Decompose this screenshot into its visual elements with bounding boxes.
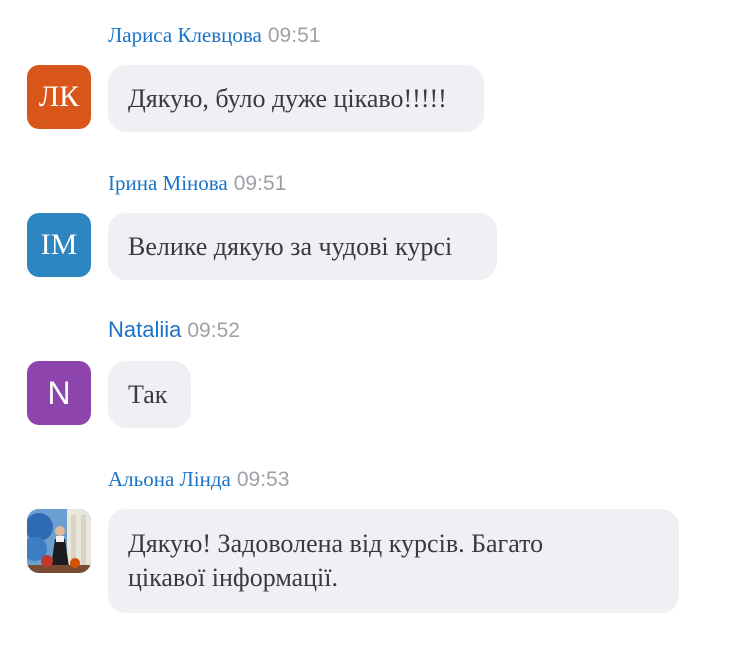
chat-message-list: Лариса Клевцова 09:51 ЛК Дякую, було дуже…: [0, 0, 745, 647]
avatar-initials: ІМ: [40, 228, 78, 261]
avatar[interactable]: N: [27, 361, 91, 425]
message-text: Велике дякую за чудові курсі: [128, 231, 453, 261]
message-timestamp: 09:52: [187, 319, 240, 342]
message-text: Дякую! Задоволена від курсів. Багато цік…: [128, 527, 543, 595]
sender-name[interactable]: Nataliia: [108, 317, 181, 342]
sender-name[interactable]: Лариса Клевцова: [108, 23, 262, 47]
message-timestamp: 09:53: [236, 468, 290, 491]
avatar-initials: N: [47, 374, 71, 411]
message-bubble[interactable]: Велике дякую за чудові курсі: [108, 213, 497, 280]
message-header: Лариса Клевцова 09:51: [108, 22, 320, 51]
message-header: Альона Лінда 09:53: [108, 466, 289, 495]
sender-name[interactable]: Альона Лінда: [108, 467, 231, 491]
message-bubble[interactable]: Дякую! Задоволена від курсів. Багато цік…: [108, 509, 679, 613]
message-text-line: Дякую! Задоволена від курсів. Багато: [128, 529, 544, 558]
avatar-photo[interactable]: [27, 509, 91, 573]
message-text: Дякую, було дуже цікаво!!!!!: [128, 83, 447, 113]
message-text: Так: [128, 379, 168, 409]
avatar[interactable]: ЛК: [27, 65, 91, 129]
avatar-initials: ЛК: [38, 80, 80, 113]
avatar-photo-image: [27, 509, 91, 573]
sender-name[interactable]: Ірина Мінова: [108, 171, 228, 195]
message-bubble[interactable]: Дякую, було дуже цікаво!!!!!: [108, 65, 484, 132]
message-bubble[interactable]: Так: [108, 361, 191, 428]
message-timestamp: 09:51: [233, 172, 287, 195]
message-header: Ірина Мінова 09:51: [108, 170, 286, 199]
message-timestamp: 09:51: [267, 24, 321, 47]
message-header: Nataliia 09:52: [108, 317, 240, 346]
message-text-line: цікавої інформації.: [128, 563, 339, 592]
avatar[interactable]: ІМ: [27, 213, 91, 277]
